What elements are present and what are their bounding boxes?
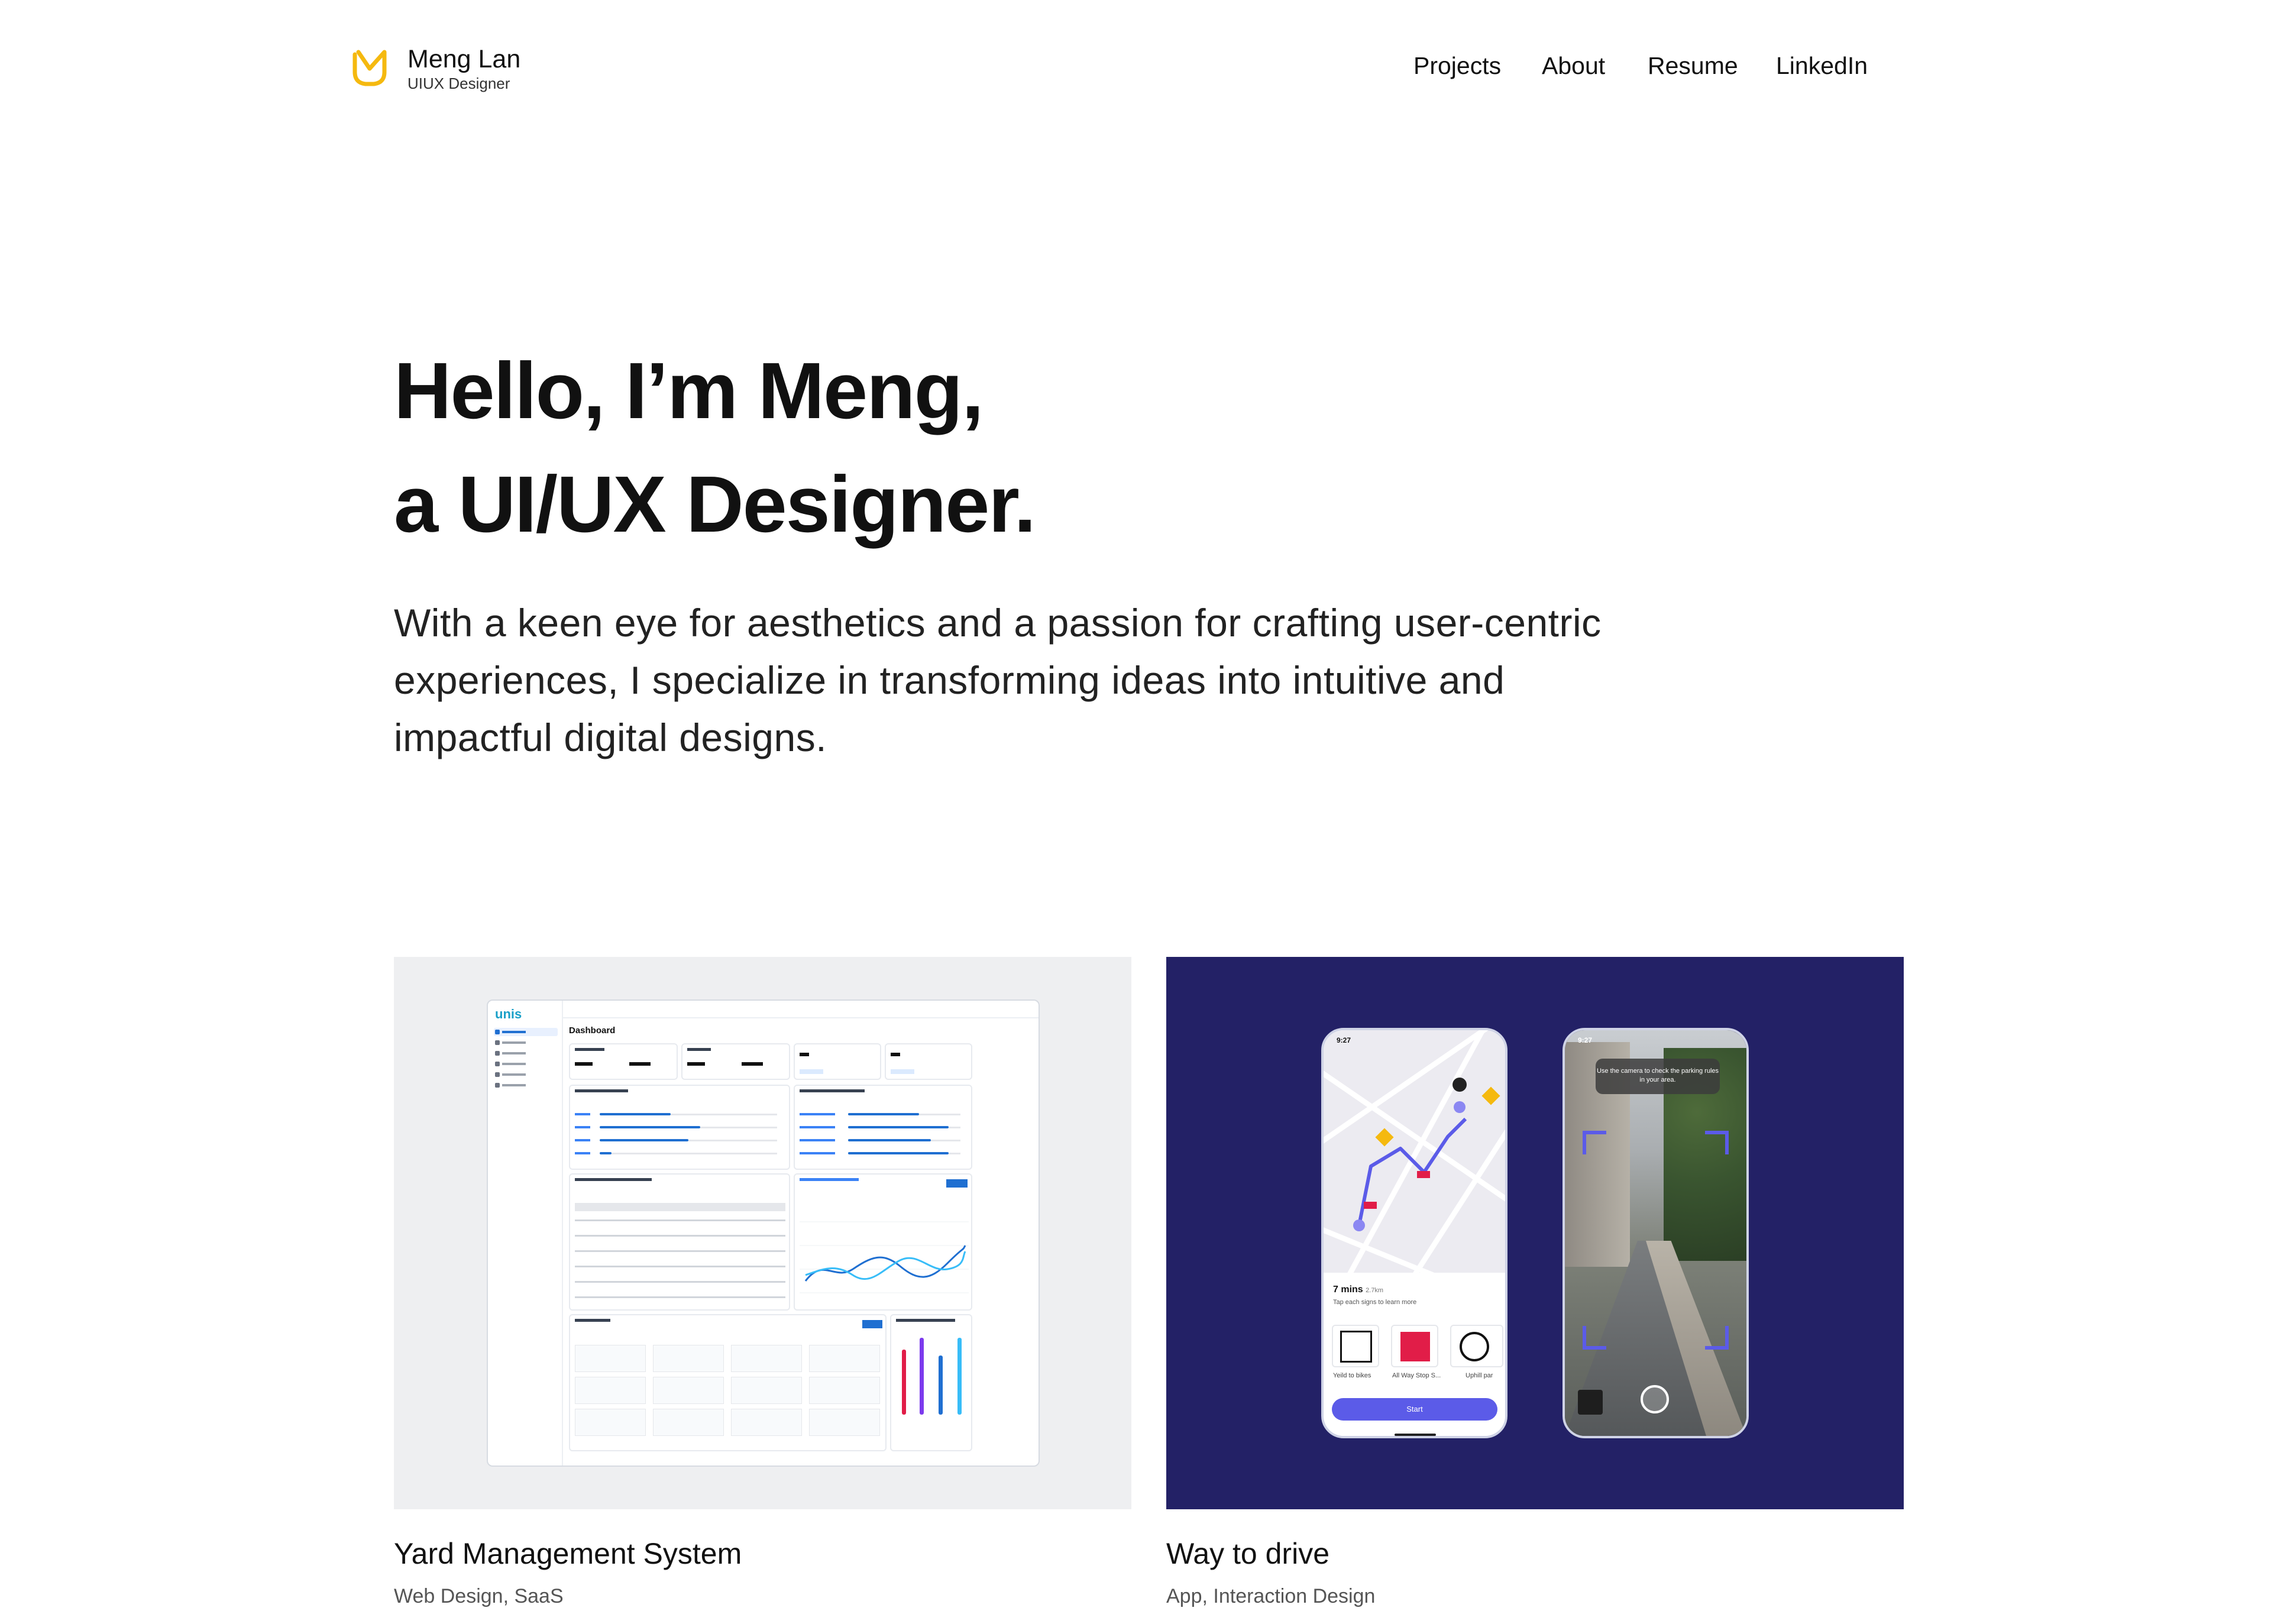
home-indicator bbox=[1395, 1434, 1436, 1436]
brand-name[interactable]: Meng Lan bbox=[407, 45, 520, 74]
traffic-chart-panel bbox=[794, 1173, 972, 1311]
sign-card[interactable] bbox=[1332, 1325, 1379, 1367]
dwell-bar-panel bbox=[890, 1314, 972, 1451]
status-time: 9:27 bbox=[1337, 1036, 1351, 1044]
project-title-yard[interactable]: Yard Management System bbox=[394, 1536, 742, 1571]
hero-description: With a keen eye for aesthetics and a pas… bbox=[394, 601, 1602, 759]
frame-corner-icon bbox=[1705, 1131, 1729, 1154]
project-tags-drive: App, Interaction Design bbox=[1166, 1585, 1376, 1607]
sidebar-item bbox=[494, 1028, 558, 1036]
traffic-line-chart bbox=[800, 1221, 969, 1293]
m-logo-icon[interactable] bbox=[352, 46, 387, 86]
dwell-time-panel bbox=[569, 1314, 887, 1451]
hero-heading-line2: a UI/UX Designer. bbox=[394, 460, 1036, 549]
sidebar-item bbox=[494, 1039, 558, 1047]
project-thumbnail-yard[interactable]: unis Dashboard bbox=[394, 957, 1131, 1509]
sign-caption: All Way Stop S... bbox=[1392, 1372, 1441, 1379]
sidebar-item bbox=[494, 1081, 558, 1089]
nav-about-link[interactable]: About bbox=[1542, 52, 1605, 80]
project-thumbnail-drive[interactable]: 9:27 7 mins 2.7km Tap each signs to lear… bbox=[1166, 957, 1904, 1509]
start-button[interactable]: Start bbox=[1332, 1398, 1497, 1421]
sign-card[interactable] bbox=[1391, 1325, 1438, 1367]
frame-corner-icon bbox=[1583, 1131, 1606, 1154]
hero-heading: Hello, I’m Meng, a UI/UX Designer. bbox=[394, 334, 1036, 561]
stat-panel bbox=[885, 1043, 972, 1080]
sign-caption: Uphill par bbox=[1466, 1372, 1493, 1379]
nav-projects-link[interactable]: Projects bbox=[1413, 52, 1501, 80]
phone-camera-mockup: 9:27 Use the camera to check the parking… bbox=[1562, 1028, 1749, 1438]
project-title-drive[interactable]: Way to drive bbox=[1166, 1536, 1329, 1571]
sign-card[interactable] bbox=[1450, 1325, 1503, 1367]
route-sheet: 7 mins 2.7km Tap each signs to learn mor… bbox=[1324, 1273, 1505, 1436]
sidebar-item bbox=[494, 1070, 558, 1079]
phone-map-mockup: 9:27 7 mins 2.7km Tap each signs to lear… bbox=[1321, 1028, 1507, 1438]
stat-panel bbox=[794, 1043, 881, 1080]
map-view: 9:27 bbox=[1324, 1030, 1505, 1282]
sign-caption: Yeild to bikes bbox=[1333, 1372, 1371, 1379]
equipment-panel bbox=[569, 1085, 790, 1170]
exception-table-panel bbox=[569, 1173, 790, 1311]
frame-corner-icon bbox=[1705, 1326, 1729, 1350]
dashboard-topbar bbox=[563, 1001, 1039, 1018]
stat-panel bbox=[569, 1043, 678, 1080]
map-streets bbox=[1324, 1030, 1505, 1282]
dashboard-sidebar: unis bbox=[488, 1001, 563, 1466]
project-tags-yard: Web Design, SaaS bbox=[394, 1585, 564, 1607]
eta-label: 7 mins 2.7km bbox=[1333, 1285, 1384, 1295]
gallery-thumbnail[interactable] bbox=[1578, 1390, 1603, 1415]
camera-tip: Use the camera to check the parking rule… bbox=[1596, 1059, 1720, 1094]
status-time: 9:27 bbox=[1578, 1036, 1593, 1044]
nav-linkedin-link[interactable]: LinkedIn bbox=[1776, 52, 1868, 80]
dashboard-title: Dashboard bbox=[569, 1025, 616, 1036]
signs-hint: Tap each signs to learn more bbox=[1333, 1299, 1417, 1306]
stat-panel bbox=[681, 1043, 790, 1080]
sidebar-item bbox=[494, 1060, 558, 1068]
dashboard-app-logo: unis bbox=[495, 1007, 522, 1021]
dashboard-mockup: unis Dashboard bbox=[487, 999, 1040, 1467]
carrier-panel bbox=[794, 1085, 972, 1170]
nav-resume-link[interactable]: Resume bbox=[1648, 52, 1738, 80]
hero-heading-line1: Hello, I’m Meng, bbox=[394, 346, 984, 435]
brand-subtitle: UIUX Designer bbox=[407, 75, 510, 92]
sidebar-item bbox=[494, 1049, 558, 1057]
shutter-button[interactable] bbox=[1641, 1385, 1669, 1413]
frame-corner-icon bbox=[1583, 1326, 1606, 1350]
